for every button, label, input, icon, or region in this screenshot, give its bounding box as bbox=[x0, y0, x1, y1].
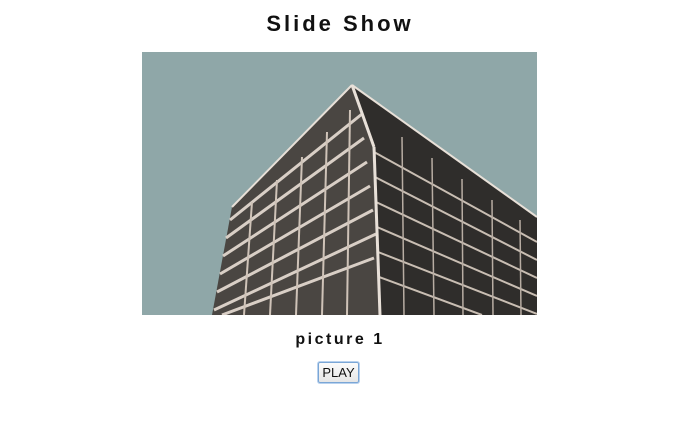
slide-caption: picture 1 bbox=[295, 331, 385, 348]
slide-image bbox=[142, 52, 537, 315]
building-photo bbox=[142, 52, 537, 315]
page-title: Slide Show bbox=[266, 11, 414, 36]
play-button[interactable]: PLAY bbox=[318, 362, 359, 383]
slideshow-page: Slide Show picture 1 PLAY bbox=[0, 0, 680, 435]
